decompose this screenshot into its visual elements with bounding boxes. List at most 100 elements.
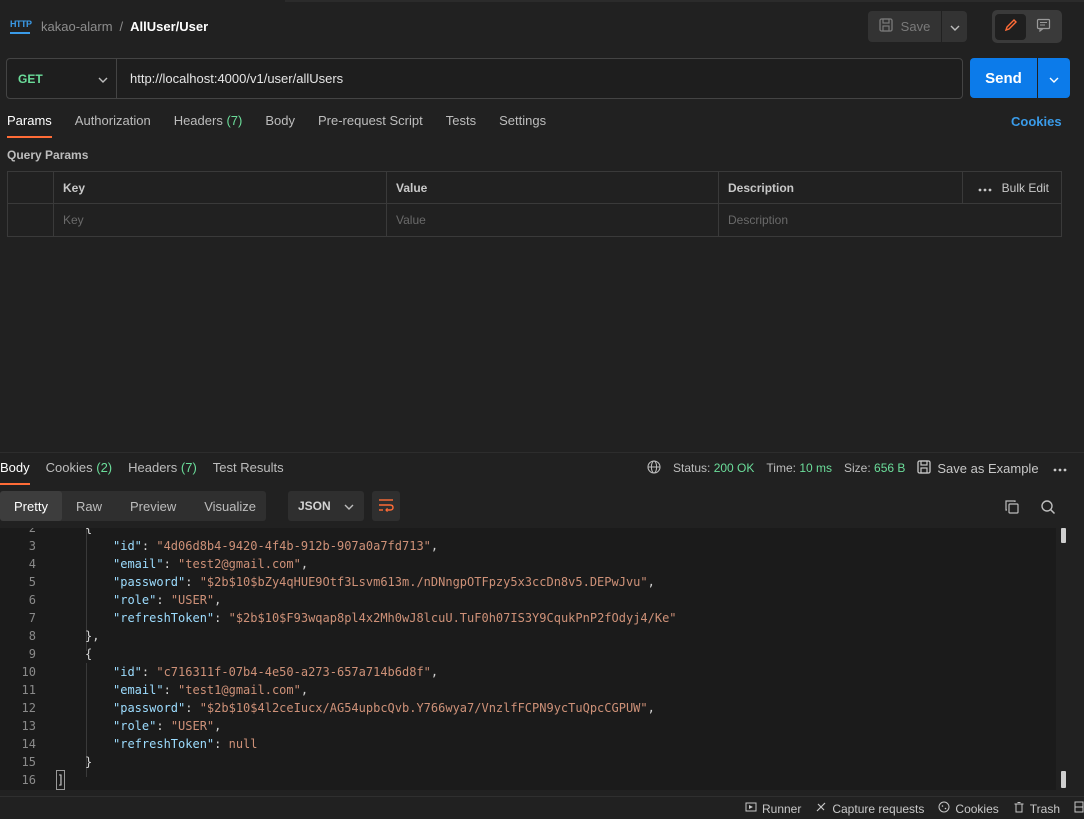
breadcrumb: HTTP kakao-alarm / AllUser/User	[10, 14, 208, 38]
code-line: 11 "email": "test1@gmail.com",	[21, 683, 309, 697]
time-info[interactable]: Time: 10 ms	[766, 461, 832, 475]
code-line: 13 "role": "USER",	[21, 719, 222, 733]
save-button[interactable]: Save	[868, 11, 941, 42]
description-input[interactable]: Description	[718, 204, 1062, 236]
column-description: Description	[718, 172, 962, 203]
search-icon[interactable]	[1038, 497, 1058, 517]
format-value: JSON	[298, 499, 331, 513]
tab-pre-request-script[interactable]: Pre-request Script	[318, 112, 423, 138]
code-line: 16]	[21, 770, 66, 790]
tab-params[interactable]: Params	[7, 112, 52, 138]
pencil-icon	[1004, 18, 1018, 35]
wrap-lines-icon	[378, 498, 394, 515]
globe-icon[interactable]	[647, 459, 661, 477]
runner-icon	[745, 801, 757, 816]
size-info[interactable]: Size: 656 B	[844, 461, 905, 475]
code-line: 3 "id": "4d06d8b4-9420-4f4b-912b-907a0a7f…	[28, 539, 439, 553]
save-label: Save	[900, 19, 931, 34]
send-options-button[interactable]	[1038, 58, 1070, 98]
url-input[interactable]: http://localhost:4000/v1/user/allUsers	[117, 71, 343, 86]
http-request-icon: HTTP	[10, 18, 32, 34]
column-key: Key	[53, 172, 386, 203]
breadcrumb-separator: /	[119, 18, 124, 34]
view-tab-pretty[interactable]: Pretty	[0, 491, 62, 521]
cookie-icon	[938, 801, 950, 816]
headers-count: (7)	[226, 113, 243, 128]
response-body-editor[interactable]: 2{ 3 "id": "4d06d8b4-9420-4f4b-912b-907a0…	[0, 528, 1056, 790]
method-select[interactable]: GET	[7, 59, 117, 98]
send-group: Send	[970, 58, 1070, 98]
copy-icon[interactable]	[1002, 497, 1022, 517]
bulk-edit-button[interactable]: Bulk Edit	[1002, 181, 1049, 195]
cookies-link[interactable]: Cookies	[1011, 114, 1062, 129]
footer-cookies-button[interactable]: Cookies	[938, 801, 999, 816]
code-line: 10 "id": "c716311f-07b4-4e50-a273-657a714…	[21, 665, 439, 679]
view-tab-raw[interactable]: Raw	[62, 491, 116, 521]
code-line: 6 "role": "USER",	[28, 593, 222, 607]
code-line: 8},	[28, 629, 100, 643]
response-tab-headers[interactable]: Headers (7)	[128, 459, 197, 485]
trash-icon	[1013, 801, 1025, 816]
editor-scrollbar[interactable]	[1058, 528, 1068, 790]
method-value: GET	[18, 71, 43, 86]
status-footer: Runner Capture requests Cookies Trash	[0, 796, 1084, 819]
save-as-example-button[interactable]: Save as Example	[917, 459, 1039, 477]
column-value: Value	[386, 172, 718, 203]
params-table: Key Value Description Bulk Edit Key Valu…	[7, 171, 1062, 237]
key-input[interactable]: Key	[53, 204, 386, 236]
wrap-lines-button[interactable]	[372, 491, 400, 521]
edit-mode-button[interactable]	[995, 13, 1026, 40]
comments-mode-button[interactable]	[1028, 14, 1059, 40]
capture-icon	[815, 801, 827, 816]
scrollbar-thumb-top[interactable]	[1061, 528, 1066, 543]
query-params-title: Query Params	[7, 148, 89, 162]
request-title[interactable]: AllUser/User	[130, 19, 208, 34]
response-meta: Status: 200 OK Time: 10 ms Size: 656 B S…	[647, 459, 1067, 477]
view-mode-tabs: Pretty Raw Preview Visualize	[0, 491, 266, 521]
capture-requests-button[interactable]: Capture requests	[815, 801, 924, 816]
url-bar: GET http://localhost:4000/v1/user/allUse…	[6, 58, 963, 99]
comment-icon	[1036, 18, 1051, 35]
tab-body[interactable]: Body	[265, 112, 295, 138]
floppy-disk-icon	[879, 18, 893, 35]
bulk-edit-area: Bulk Edit	[978, 172, 1049, 204]
response-divider[interactable]	[0, 452, 1084, 453]
tab-settings[interactable]: Settings	[499, 112, 546, 138]
response-tab-body[interactable]: Body	[0, 459, 30, 485]
send-button[interactable]: Send	[970, 58, 1037, 98]
mode-toggle	[992, 10, 1062, 43]
code-line: 14 "refreshToken": null	[21, 737, 258, 751]
tab-headers[interactable]: Headers (7)	[174, 112, 243, 138]
view-tab-preview[interactable]: Preview	[116, 491, 190, 521]
request-tabs: Params Authorization Headers (7) Body Pr…	[7, 112, 569, 138]
value-input[interactable]: Value	[386, 204, 718, 236]
more-options-icon[interactable]	[978, 181, 992, 195]
layout-icon	[1074, 801, 1084, 816]
params-header-row: Key Value Description Bulk Edit	[8, 172, 1061, 204]
response-tab-test-results[interactable]: Test Results	[213, 459, 284, 485]
trash-button[interactable]: Trash	[1013, 801, 1060, 816]
view-tab-visualize[interactable]: Visualize	[190, 491, 270, 521]
floppy-disk-icon	[917, 459, 932, 477]
response-tabs: Body Cookies (2) Headers (7) Test Result…	[0, 459, 300, 485]
runner-button[interactable]: Runner	[745, 801, 801, 816]
save-options-button[interactable]	[942, 11, 967, 42]
tab-authorization[interactable]: Authorization	[75, 112, 151, 138]
layout-toggle-button[interactable]	[1074, 801, 1084, 816]
code-line: 15}	[21, 755, 93, 769]
code-line: 4 "email": "test2@gmail.com",	[28, 557, 309, 571]
chevron-down-icon	[98, 71, 108, 86]
scrollbar-thumb-bottom[interactable]	[1061, 771, 1066, 788]
save-group: Save	[868, 11, 967, 42]
code-line: 2{	[28, 528, 93, 535]
response-tab-cookies[interactable]: Cookies (2)	[46, 459, 112, 485]
chevron-down-icon	[1049, 71, 1059, 86]
format-select[interactable]: JSON	[288, 491, 364, 521]
code-line: 9{	[28, 647, 93, 661]
status-info[interactable]: Status: 200 OK	[673, 461, 754, 475]
chevron-down-icon	[344, 499, 354, 513]
tab-tests[interactable]: Tests	[446, 112, 476, 138]
breadcrumb-collection[interactable]: kakao-alarm	[41, 19, 113, 34]
code-line: 7 "refreshToken": "$2b$10$F93wqap8pl4x2Mh…	[28, 611, 677, 625]
more-options-icon[interactable]	[1053, 461, 1067, 475]
